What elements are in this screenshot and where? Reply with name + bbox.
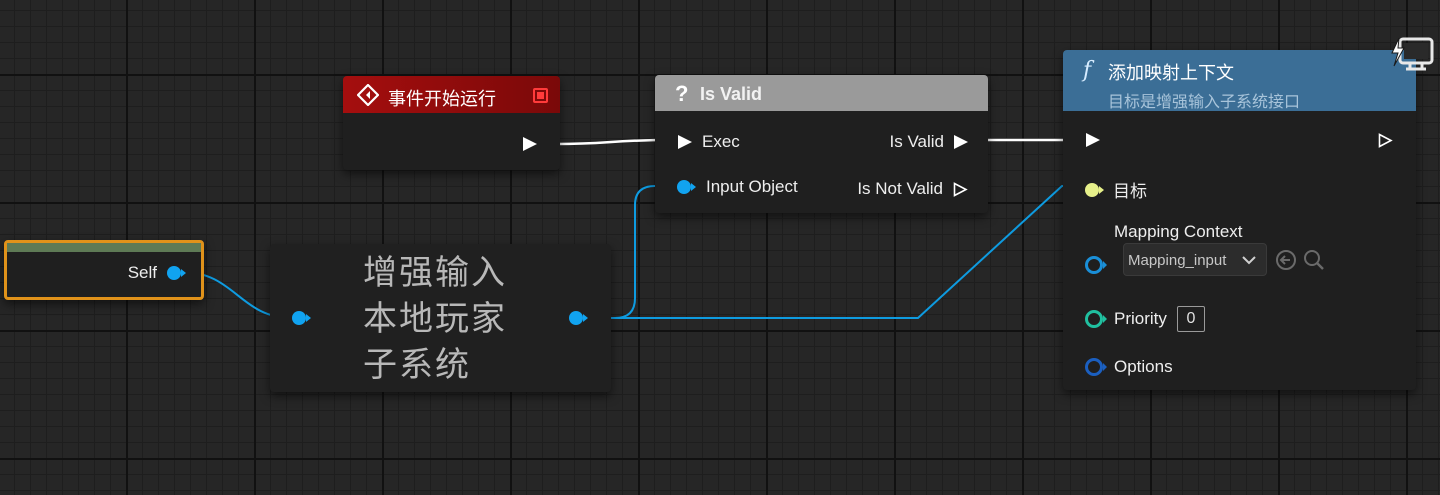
exec-arrow-icon — [954, 135, 968, 149]
mapping-context-value: Mapping_input — [1128, 252, 1227, 269]
is-valid-header: ? Is Valid — [655, 75, 988, 111]
add-mapping-title: 添加映射上下文 — [1108, 63, 1234, 83]
browse-asset-search-icon[interactable] — [1303, 249, 1325, 271]
exec-hollow-arrow-icon — [1378, 133, 1393, 148]
options-pin[interactable]: Options — [1085, 357, 1173, 377]
priority-value-input[interactable]: 0 — [1176, 306, 1205, 332]
object-pin-icon — [292, 311, 311, 325]
self-out-pin[interactable]: Self — [127, 263, 186, 283]
subsystem-title-line1: 增强输入 — [363, 254, 507, 292]
priority-label: Priority — [1114, 309, 1167, 328]
monitor-lightning-icon[interactable] — [1390, 36, 1436, 77]
exec-pin-label: Exec — [702, 132, 740, 151]
is-not-valid-out-pin[interactable]: Is Not Valid — [857, 179, 968, 199]
subsystem-title-line2: 本地玩家 — [363, 300, 507, 338]
object-ref-pin-icon — [1085, 256, 1107, 274]
subsystem-out-pin[interactable] — [569, 311, 588, 325]
options-label: Options — [1114, 357, 1173, 376]
priority-pin[interactable]: Priority 0 — [1085, 306, 1205, 332]
question-mark-icon: ? — [675, 81, 689, 106]
mapping-context-label: Mapping Context — [1114, 222, 1243, 241]
is-valid-out-label: Is Valid — [889, 132, 945, 151]
self-label: Self — [127, 263, 157, 282]
exec-in-pin[interactable]: Exec — [678, 132, 740, 152]
exec-arrow-icon — [678, 135, 692, 149]
function-icon: f — [1083, 58, 1092, 83]
mapping-context-dropdown[interactable]: Mapping_input — [1123, 243, 1267, 276]
is-valid-node[interactable]: ? Is Valid Exec Input Object Is Valid Is… — [655, 75, 988, 213]
add-mapping-context-node[interactable]: f 添加映射上下文 目标是增强输入子系统接口 目标 Mapping Contex… — [1063, 50, 1416, 390]
add-mapping-subtitle: 目标是增强输入子系统接口 — [1108, 94, 1301, 111]
exec-hollow-arrow-icon — [953, 181, 968, 197]
event-node-header: 事件开始运行 — [343, 76, 560, 113]
input-object-label: Input Object — [706, 177, 798, 196]
exec-arrow-icon — [523, 137, 537, 151]
struct-pin-icon — [1085, 358, 1107, 376]
target-pin[interactable]: 目标 — [1085, 177, 1147, 202]
interface-pin-icon — [1085, 182, 1104, 197]
event-begin-play-node[interactable]: 事件开始运行 — [343, 76, 560, 170]
integer-pin-icon — [1085, 310, 1107, 328]
enhanced-input-subsystem-node[interactable]: 增强输入 本地玩家 子系统 — [270, 244, 611, 392]
add-mapping-exec-in-pin[interactable] — [1086, 133, 1100, 147]
object-pin-icon — [677, 180, 696, 194]
chevron-down-icon — [1242, 256, 1256, 265]
object-pin-icon — [569, 311, 588, 325]
is-valid-title: Is Valid — [700, 84, 763, 104]
event-exec-out-pin[interactable] — [523, 137, 537, 151]
subsystem-title: 增强输入 本地玩家 子系统 — [363, 250, 507, 388]
add-mapping-header: f 添加映射上下文 目标是增强输入子系统接口 — [1063, 50, 1416, 111]
subsystem-title-line3: 子系统 — [363, 346, 471, 384]
event-node-title: 事件开始运行 — [388, 89, 496, 109]
object-pin-icon — [167, 266, 186, 280]
add-mapping-exec-out-pin[interactable] — [1378, 133, 1393, 148]
self-reference-node[interactable]: Self — [4, 240, 204, 300]
is-valid-out-pin[interactable]: Is Valid — [889, 132, 968, 152]
input-object-pin[interactable]: Input Object — [677, 177, 798, 197]
target-pin-label: 目标 — [1113, 182, 1147, 201]
is-not-valid-out-label: Is Not Valid — [857, 179, 943, 198]
subsystem-in-pin[interactable] — [292, 311, 311, 325]
event-diamond-icon — [356, 83, 380, 111]
self-node-header-bar — [7, 243, 201, 252]
replicated-icon — [533, 88, 548, 103]
exec-arrow-icon — [1086, 133, 1100, 147]
use-selected-asset-icon[interactable] — [1275, 249, 1297, 271]
